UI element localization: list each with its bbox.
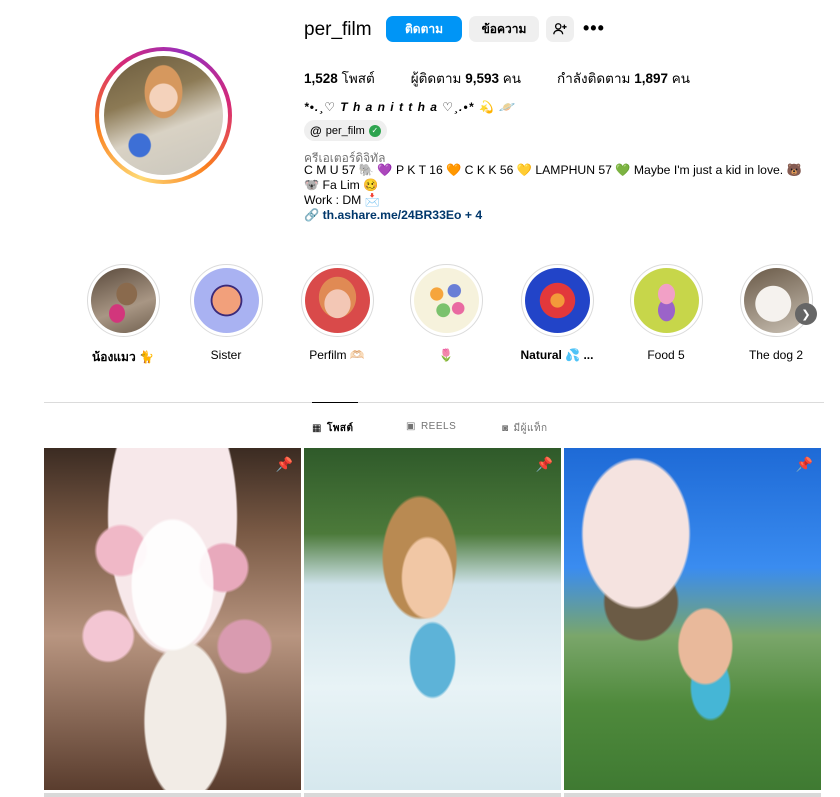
highlight-item[interactable]: 🌷 [401,264,491,362]
follow-button[interactable]: ติดตาม [386,16,462,42]
chevron-right-icon[interactable]: ❯ [795,303,817,325]
pin-icon: 📌 [795,456,813,472]
highlight-label: Sister [210,348,242,362]
profile-avatar-ring[interactable] [95,47,232,184]
tabs-divider [44,402,824,403]
highlight-label: 🌷 [438,348,454,362]
tab-posts[interactable]: ▦ โพสต์ [312,421,354,436]
highlight-label: Food 5 [647,348,685,362]
avatar [104,56,223,175]
link-icon: 🔗 [304,208,323,222]
highlight-cover [90,268,156,333]
more-options-button[interactable]: ••• [583,18,605,39]
highlight-item[interactable]: Food 5 [621,264,711,362]
bio-link-text: th.ashare.me/24BR33Eo + 4 [322,208,483,222]
highlight-label: The dog 2 [748,348,804,362]
highlight-ring [300,264,374,337]
verified-icon: ✓ [368,124,381,137]
highlight-ring [739,264,813,337]
highlight-cover [633,268,699,333]
story-highlights: น้องแมว 🐈 Sister Perfilm 🫶🏻 🌷 Natural 💦 … [78,264,818,364]
posts-stat: 1,528 โพสต์ [304,67,375,89]
threads-handle: per_film [325,124,365,137]
followers-unit: คน [502,71,522,86]
highlight-ring [86,264,160,337]
tab-reels[interactable]: ▣ REELS [406,421,456,432]
following-unit: คน [671,71,691,86]
tagged-icon: ◙ [502,423,509,434]
posts-count: 1,528 [304,71,338,86]
followers-stat[interactable]: ผู้ติดตาม 9,593 คน [411,67,521,89]
highlight-item[interactable]: น้องแมว 🐈 [78,264,168,367]
following-count: 1,897 [634,71,668,86]
highlight-item[interactable]: Sister [181,264,271,362]
pin-icon: 📌 [275,456,293,472]
following-label: กำลังติดตาม [557,71,631,86]
followers-label: ผู้ติดตาม [410,71,462,86]
highlight-label: Perfilm 🫶🏻 [309,348,365,362]
highlight-cover [743,268,809,333]
highlight-cover [193,268,259,333]
highlight-ring [409,264,483,337]
tab-posts-label: โพสต์ [326,423,354,434]
tab-tagged-label: มีผู้แท็ก [513,423,548,434]
post-thumbnail[interactable]: 📌 [304,448,561,790]
highlight-label: น้องแมว 🐈 [92,350,154,364]
posts-label: โพสต์ [341,71,375,86]
suggest-user-button[interactable] [546,16,574,42]
highlight-item[interactable]: Natural 💦 ... [512,264,602,362]
tab-tagged[interactable]: ◙ มีผู้แท็ก [502,421,548,436]
threads-badge[interactable]: @ per_film ✓ [304,120,387,141]
highlight-ring [189,264,263,337]
following-stat[interactable]: กำลังติดตาม 1,897 คน [557,67,690,89]
display-name: *•.¸♡ T h a n i t t h a ♡¸.•* 💫 🪐 [304,100,515,114]
highlight-label: Natural 💦 ... [520,348,594,362]
username: per_film [304,19,372,40]
post-thumbnail[interactable]: 📌 [564,448,821,790]
post-thumbnail[interactable] [44,793,301,797]
highlight-ring [629,264,703,337]
post-thumbnail[interactable] [564,793,821,797]
tab-reels-label: REELS [420,421,457,432]
reels-icon: ▣ [406,421,416,432]
highlight-cover [304,268,370,333]
profile-stats: 1,528 โพสต์ ผู้ติดตาม 9,593 คน กำลังติดต… [304,67,726,89]
bio-work: Work : DM 📩 [304,193,380,207]
message-button[interactable]: ข้อความ [469,16,539,42]
avatar-inner [99,51,228,180]
person-add-icon [553,23,567,35]
post-thumbnail[interactable]: 📌 [44,448,301,790]
post-thumbnail[interactable] [304,793,561,797]
highlight-ring [520,264,594,337]
followers-count: 9,593 [465,71,499,86]
highlight-item[interactable]: Perfilm 🫶🏻 [292,264,382,362]
highlight-cover [524,268,590,333]
bio-text: C M U 57 🐘 💜 P K T 16 🧡 C K K 56 💛 LAMPH… [304,163,802,192]
active-tab-indicator [312,402,358,403]
grid-icon: ▦ [312,423,322,434]
pin-icon: 📌 [535,456,553,472]
threads-icon: @ [310,123,322,138]
bio-link[interactable]: 🔗 th.ashare.me/24BR33Eo + 4 [304,208,482,222]
highlight-cover [413,268,479,333]
